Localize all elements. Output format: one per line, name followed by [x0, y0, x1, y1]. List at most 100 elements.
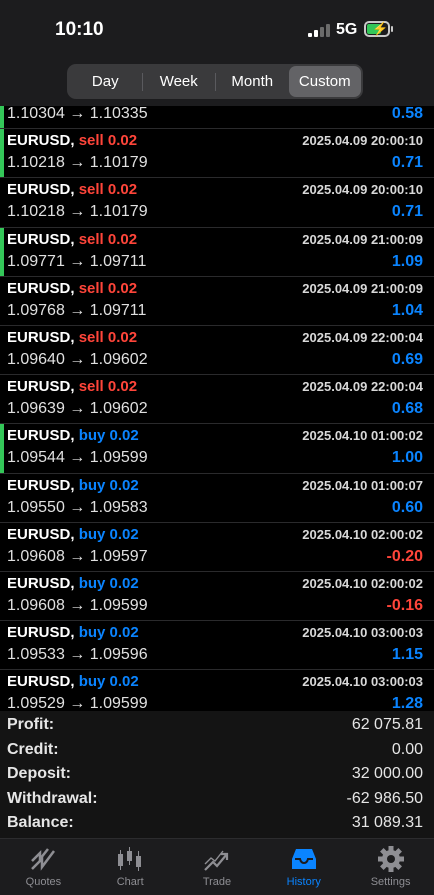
summary-value: 0.00	[391, 740, 423, 758]
deal-prices: 1.09771 → 1.09711	[7, 253, 146, 271]
deal-symbol: EURUSD,	[7, 525, 75, 543]
open-price: 1.09608	[7, 547, 65, 565]
tab-custom[interactable]: Custom	[288, 66, 361, 97]
period-segmented-control: Day Week Month Custom	[67, 64, 363, 99]
tab-week[interactable]: Week	[143, 66, 216, 97]
deal-row[interactable]: EURUSD, sell 0.02 2025.04.09 22:00:04 1.09…	[0, 326, 434, 376]
close-price: 1.09602	[89, 400, 148, 418]
deal-time: 2025.04.09 20:00:10	[302, 182, 423, 198]
deal-title: EURUSD, sell 0.02	[7, 280, 137, 297]
open-price: 1.09768	[7, 301, 65, 319]
close-price: 1.10179	[89, 203, 148, 221]
deal-title: EURUSD, sell 0.02	[7, 132, 137, 149]
deal-row[interactable]: EURUSD, sell 0.02 2025.04.09 21:00:09 1.09…	[0, 227, 434, 277]
deal-profit: 0.71	[391, 203, 423, 221]
deal-row[interactable]: EURUSD, sell 0.02 2025.04.09 20:00:10 1.10…	[0, 178, 434, 228]
close-price: 1.09711	[89, 301, 147, 319]
deal-title: EURUSD, buy 0.02	[7, 427, 139, 444]
account-summary: Profit: 62 075.81 Credit: 0.00 Deposit: …	[0, 711, 434, 838]
deal-side-volume: sell 0.02	[78, 279, 138, 297]
tab-quotes[interactable]: Quotes	[0, 839, 87, 895]
deal-prices: 1.09608 → 1.09599	[7, 597, 148, 615]
deal-row[interactable]: EURUSD, sell 0.02 2025.04.09 21:00:09 1.09…	[0, 277, 434, 326]
deal-row[interactable]: EURUSD, sell 0.02 2025.04.09 22:00:04 1.09…	[0, 375, 434, 425]
tab-label: History	[286, 876, 321, 888]
tab-trade[interactable]: Trade	[174, 839, 261, 895]
deal-profit: -0.16	[386, 596, 423, 614]
deal-profit: 1.15	[391, 646, 423, 664]
tab-label: Settings	[370, 876, 411, 888]
summary-label: Balance:	[7, 814, 74, 831]
deal-time: 2025.04.09 21:00:09	[302, 280, 423, 296]
tab-day[interactable]: Day	[69, 66, 142, 97]
deal-time: 2025.04.09 20:00:10	[302, 133, 423, 149]
summary-row-deposit: Deposit: 32 000.00	[0, 762, 434, 786]
deal-side-volume: buy 0.02	[78, 574, 139, 592]
tab-chart[interactable]: Chart	[87, 839, 174, 895]
deal-prices: 1.09639 → 1.09602	[7, 400, 148, 418]
deal-row[interactable]: EURUSD, sell 0.02 2025.04.09 20:00:10 1.10…	[0, 129, 434, 179]
open-price: 1.09533	[7, 646, 65, 664]
arrow-right-icon: →	[69, 498, 86, 516]
deal-symbol: EURUSD,	[7, 427, 75, 445]
deal-profit: 0.60	[391, 498, 423, 516]
summary-label: Credit:	[7, 740, 59, 758]
deal-row[interactable]: EURUSD, buy 0.02 2025.04.10 03:00:03 1.095…	[0, 621, 434, 671]
deal-symbol: EURUSD,	[7, 328, 75, 346]
deal-title: EURUSD, buy 0.02	[7, 575, 139, 592]
close-price: 1.10335	[89, 105, 148, 122]
close-price: 1.09599	[89, 596, 148, 614]
deal-side-volume: buy 0.02	[78, 624, 139, 642]
close-price: 1.09596	[89, 646, 148, 664]
tab-history[interactable]: History	[260, 839, 347, 895]
battery-charging-icon: ⚡	[364, 21, 393, 37]
tab-label: Quotes	[25, 876, 62, 888]
deal-time: 2025.04.10 03:00:03	[302, 625, 423, 641]
deal-prices: 1.09608 → 1.09597	[7, 548, 148, 566]
close-price: 1.09597	[89, 547, 148, 565]
deal-row[interactable]: EURUSD, buy 0.02 2025.04.10 02:00:02 1.096…	[0, 572, 434, 622]
deal-title: EURUSD, sell 0.02	[7, 181, 137, 198]
deal-side-volume: buy 0.02	[78, 673, 139, 691]
arrow-right-icon: →	[69, 350, 86, 368]
deal-time: 2025.04.10 01:00:07	[302, 477, 423, 493]
deal-profit: 1.04	[391, 301, 423, 319]
deal-prices: 1.09533 → 1.09596	[7, 646, 148, 664]
deal-symbol: EURUSD,	[7, 230, 75, 248]
header: 10:10 5G ⚡ Day Week Month Custom	[0, 0, 434, 106]
arrow-right-icon: →	[69, 203, 86, 221]
deal-row[interactable]: EURUSD, buy 0.02 2025.04.10 02:00:02 1.096…	[0, 523, 434, 572]
cellular-signal-icon	[308, 23, 330, 37]
close-price: 1.10179	[89, 154, 148, 172]
deal-profit: 0.69	[391, 350, 423, 368]
deal-title: EURUSD, sell 0.02	[7, 378, 137, 395]
open-price: 1.09544	[7, 449, 65, 467]
open-price: 1.09639	[7, 400, 65, 418]
deal-row[interactable]: EURUSD, buy 0.02 2025.04.10 01:00:02 1.095…	[0, 424, 434, 474]
deal-symbol: EURUSD,	[7, 476, 75, 494]
summary-value: 31 089.31	[351, 814, 423, 831]
deal-side-volume: sell 0.02	[78, 230, 138, 248]
tab-month[interactable]: Month	[216, 66, 289, 97]
deal-row[interactable]: EURUSD, buy 0.02 2025.04.10 01:00:07 1.095…	[0, 474, 434, 523]
deal-title: EURUSD, buy 0.02	[7, 477, 139, 494]
summary-row-withdrawal: Withdrawal: -62 986.50	[0, 787, 434, 811]
arrow-right-icon: →	[69, 646, 86, 664]
deal-symbol: EURUSD,	[7, 673, 75, 691]
deal-profit: 0.71	[391, 154, 423, 172]
deal-side-volume: sell 0.02	[78, 378, 138, 396]
tab-settings[interactable]: Settings	[347, 839, 434, 895]
close-price: 1.09711	[89, 252, 147, 270]
deal-side-volume: buy 0.02	[78, 476, 139, 494]
summary-value: -62 986.50	[346, 789, 423, 807]
deal-prices: 1.10304 → 1.10335	[7, 105, 148, 123]
deal-time: 2025.04.10 02:00:02	[302, 526, 423, 542]
deal-symbol: EURUSD,	[7, 279, 75, 297]
arrow-right-icon: →	[69, 301, 86, 319]
deal-prices: 1.10218 → 1.10179	[7, 203, 148, 221]
open-price: 1.09529	[7, 695, 65, 713]
deal-title: EURUSD, sell 0.02	[7, 231, 137, 248]
arrow-right-icon: →	[69, 400, 86, 418]
close-price: 1.09599	[89, 695, 148, 713]
open-price: 1.09550	[7, 498, 65, 516]
